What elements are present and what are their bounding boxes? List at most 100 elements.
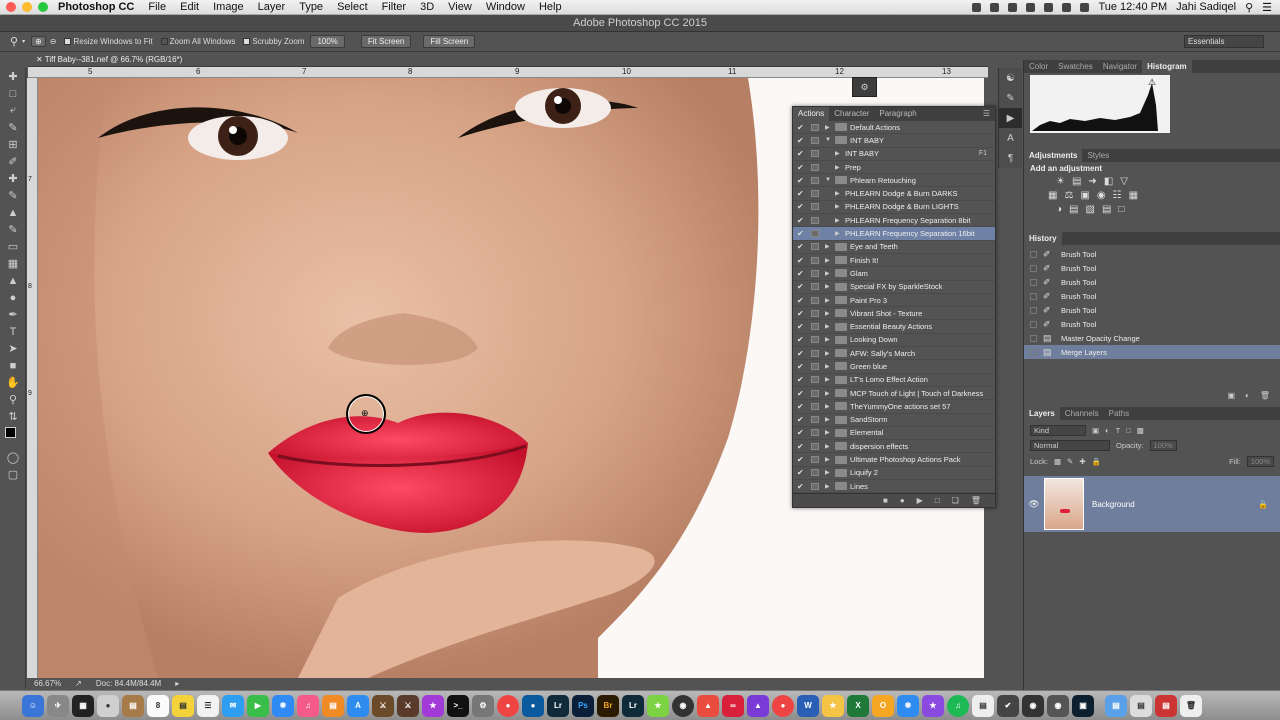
menu-select[interactable]: Select bbox=[337, 1, 368, 13]
contacts-icon[interactable]: ● bbox=[97, 694, 119, 717]
dialog-toggle-icon[interactable] bbox=[811, 416, 819, 424]
stop-icon[interactable]: ■ bbox=[883, 496, 888, 505]
resize-windows-checkbox[interactable]: Resize Windows to Fit bbox=[64, 37, 153, 46]
dialog-toggle-icon[interactable] bbox=[811, 123, 819, 131]
chevron-down-icon[interactable]: ▼ bbox=[825, 137, 835, 143]
chevron-right-icon[interactable]: ▶ bbox=[825, 297, 835, 304]
battery-icon[interactable] bbox=[1080, 2, 1090, 12]
check-icon[interactable]: ✔ bbox=[797, 349, 807, 358]
action-row[interactable]: ✔ ▶ dispersion effects bbox=[793, 440, 995, 454]
action-row[interactable]: ✔ ▶ Ultimate Photoshop Actions Pack bbox=[793, 453, 995, 467]
dialog-toggle-icon[interactable] bbox=[811, 203, 819, 211]
chevron-right-icon[interactable]: ▶ bbox=[825, 456, 835, 463]
chevron-right-icon[interactable]: ▶ bbox=[835, 164, 845, 171]
character-panel-icon[interactable]: A bbox=[999, 128, 1022, 148]
chevron-right-icon[interactable]: ▶ bbox=[835, 217, 845, 224]
tab-styles[interactable]: Styles bbox=[1082, 149, 1114, 162]
layer-name[interactable]: Background bbox=[1092, 500, 1135, 509]
dialog-toggle-icon[interactable] bbox=[811, 323, 819, 331]
history-panel-icon[interactable]: ☯ bbox=[999, 68, 1022, 88]
scrubby-zoom-checkbox[interactable]: Scrubby Zoom bbox=[243, 37, 304, 46]
lightroom-icon[interactable]: Lr bbox=[547, 694, 569, 717]
brush-panel-icon[interactable]: ✎ bbox=[999, 88, 1022, 108]
facetime-icon[interactable]: ▶ bbox=[247, 694, 269, 717]
chevron-right-icon[interactable]: ▶ bbox=[835, 150, 845, 157]
tab-histogram[interactable]: Histogram bbox=[1142, 60, 1192, 73]
tab-history[interactable]: History bbox=[1024, 232, 1062, 245]
bridge-icon[interactable]: Br bbox=[597, 694, 619, 717]
properties-icon[interactable]: ⚙ bbox=[852, 77, 877, 97]
finder-icon[interactable]: ☺ bbox=[22, 694, 44, 717]
blur-tool-icon[interactable]: ▲ bbox=[0, 272, 26, 289]
dialog-toggle-icon[interactable] bbox=[811, 163, 819, 171]
doc-size[interactable]: Doc: 84.4M/84.4M bbox=[96, 678, 161, 690]
dialog-toggle-icon[interactable] bbox=[811, 176, 819, 184]
game-icon[interactable]: ⚔ bbox=[397, 694, 419, 717]
dialog-toggle-icon[interactable] bbox=[811, 309, 819, 317]
messages-icon[interactable]: ✉ bbox=[222, 694, 244, 717]
check-icon[interactable]: ✔ bbox=[797, 202, 807, 211]
action-row[interactable]: ✔ ▶ PHLEARN Dodge & Burn LIGHTS bbox=[793, 201, 995, 215]
move-tool-icon[interactable]: ✚ bbox=[0, 68, 26, 85]
invert-icon[interactable]: ◑ bbox=[1056, 204, 1062, 215]
chevron-right-icon[interactable]: ▶ bbox=[825, 376, 835, 383]
app-icon[interactable]: ★ bbox=[822, 694, 844, 717]
color-balance-icon[interactable]: ⚖ bbox=[1064, 190, 1073, 201]
game-icon[interactable]: ⚔ bbox=[372, 694, 394, 717]
pen-tool-icon[interactable]: ✒ bbox=[0, 306, 26, 323]
app-icon[interactable]: O bbox=[872, 694, 894, 717]
app-icon[interactable]: ✔ bbox=[997, 694, 1019, 717]
chevron-right-icon[interactable]: ▶ bbox=[835, 190, 845, 197]
action-row[interactable]: ✔ ▶ Lines bbox=[793, 480, 995, 494]
filter-shape-icon[interactable]: □ bbox=[1126, 426, 1131, 435]
fill-screen-button[interactable]: Fill Screen bbox=[423, 35, 476, 48]
action-row[interactable]: ✔ ▶ AFW: Sally's March bbox=[793, 347, 995, 361]
crop-tool-icon[interactable]: ⊞ bbox=[0, 136, 26, 153]
menu-window[interactable]: Window bbox=[486, 1, 525, 13]
chevron-right-icon[interactable]: ▶ bbox=[825, 257, 835, 264]
chevron-right-icon[interactable]: ▶ bbox=[825, 443, 835, 450]
curves-icon[interactable]: ➜ bbox=[1088, 176, 1096, 187]
check-icon[interactable]: ✔ bbox=[797, 389, 807, 398]
check-icon[interactable]: ✔ bbox=[797, 149, 807, 158]
check-icon[interactable]: ✔ bbox=[797, 442, 807, 451]
app-icon[interactable]: ▣ bbox=[1072, 694, 1094, 717]
selective-color-icon[interactable]: □ bbox=[1118, 204, 1124, 215]
dialog-toggle-icon[interactable] bbox=[811, 376, 819, 384]
path-select-tool-icon[interactable]: ➤ bbox=[0, 340, 26, 357]
chevron-right-icon[interactable]: ▶ bbox=[825, 363, 835, 370]
check-icon[interactable]: ✔ bbox=[797, 402, 807, 411]
eye-icon[interactable]: 👁 bbox=[1024, 499, 1044, 510]
minimize-window-icon[interactable] bbox=[22, 2, 32, 12]
chevron-right-icon[interactable]: ▶ bbox=[835, 203, 845, 210]
tab-paths[interactable]: Paths bbox=[1104, 407, 1134, 420]
dialog-toggle-icon[interactable] bbox=[811, 269, 819, 277]
app-icon[interactable]: ◉ bbox=[1022, 694, 1044, 717]
check-icon[interactable]: ✔ bbox=[797, 256, 807, 265]
check-icon[interactable]: ✔ bbox=[797, 455, 807, 464]
history-row[interactable]: ✐ Brush Tool bbox=[1024, 289, 1280, 303]
trash-icon[interactable]: 🗑 bbox=[1260, 391, 1270, 403]
zoom-all-checkbox[interactable]: Zoom All Windows bbox=[160, 37, 235, 46]
check-icon[interactable]: ✔ bbox=[797, 282, 807, 291]
dialog-toggle-icon[interactable] bbox=[811, 150, 819, 158]
chevron-right-icon[interactable]: ▶ bbox=[825, 350, 835, 357]
brush-tool-icon[interactable]: ✎ bbox=[0, 187, 26, 204]
action-row[interactable]: ✔ ▶ Glam bbox=[793, 267, 995, 281]
calendar-icon[interactable]: 8 bbox=[147, 694, 169, 717]
check-icon[interactable]: ✔ bbox=[797, 428, 807, 437]
export-icon[interactable]: ↗ bbox=[75, 678, 82, 690]
check-icon[interactable]: ✔ bbox=[797, 269, 807, 278]
quick-mask-icon[interactable]: ◯ bbox=[0, 449, 26, 466]
app-menu[interactable]: Photoshop CC bbox=[58, 1, 134, 13]
check-icon[interactable]: ✔ bbox=[797, 335, 807, 344]
zoom-tool-icon[interactable]: ⚲ bbox=[10, 35, 18, 48]
chevron-right-icon[interactable]: ▶ bbox=[825, 124, 835, 131]
action-row[interactable]: ✔ ▶ Vibrant Shot - Texture bbox=[793, 307, 995, 321]
eraser-tool-icon[interactable]: ▭ bbox=[0, 238, 26, 255]
dialog-toggle-icon[interactable] bbox=[811, 230, 819, 238]
check-icon[interactable]: ✔ bbox=[797, 136, 807, 145]
check-icon[interactable]: ✔ bbox=[797, 296, 807, 305]
action-row[interactable]: ✔ ▶ Elemental bbox=[793, 427, 995, 441]
history-source-checkbox[interactable] bbox=[1030, 264, 1037, 272]
